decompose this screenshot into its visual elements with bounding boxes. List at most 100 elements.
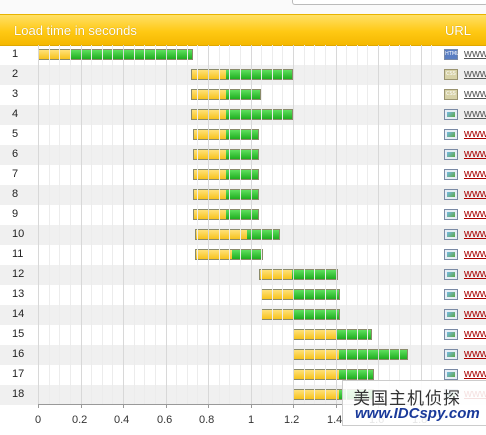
load-bar[interactable] [193, 209, 259, 220]
url-link[interactable]: www [464, 248, 486, 260]
table-row: 12 www [0, 265, 486, 285]
bar-wait-segment [194, 170, 226, 179]
table-row: 11 www [0, 245, 486, 265]
url-link[interactable]: www [464, 288, 486, 300]
bar-wait-segment [196, 230, 248, 239]
bar-receive-segment [291, 270, 337, 279]
url-link[interactable]: www [464, 208, 486, 220]
bar-wait-segment [194, 210, 226, 219]
url-link[interactable]: www [464, 228, 486, 240]
url-link[interactable]: www [464, 48, 486, 60]
tick-label: 1.2 [284, 414, 300, 426]
bar-receive-segment [294, 290, 339, 299]
row-number: 18 [12, 388, 25, 400]
bar-receive-segment [247, 230, 280, 239]
tick-mark [123, 404, 124, 408]
load-bar[interactable] [193, 129, 259, 140]
url-link[interactable]: www [464, 308, 486, 320]
load-bar[interactable] [259, 269, 338, 280]
img-file-icon [444, 289, 458, 300]
url-link[interactable]: www [464, 88, 486, 100]
img-file-icon [444, 149, 458, 160]
url-link[interactable]: www [464, 268, 486, 280]
bar-receive-segment [338, 370, 373, 379]
watermark: 美国主机侦探 www.IDCspy.com [342, 380, 486, 426]
url-link[interactable]: www [464, 328, 486, 340]
load-bar[interactable] [261, 289, 340, 300]
bar-receive-segment [232, 250, 263, 259]
load-bar[interactable] [293, 329, 372, 340]
bar-wait-segment [194, 130, 226, 139]
tick-label: 1 [248, 414, 255, 426]
row-number: 13 [12, 288, 25, 300]
row-number: 5 [12, 128, 19, 140]
table-row: 16 www [0, 345, 486, 365]
tick-mark [166, 404, 167, 408]
load-bar[interactable] [191, 89, 262, 100]
img-file-icon [444, 369, 458, 380]
table-row: 13 www [0, 285, 486, 305]
load-bar[interactable] [193, 149, 259, 160]
bar-wait-segment [194, 150, 226, 159]
css-file-icon [444, 69, 458, 80]
tick-mark [38, 404, 39, 408]
load-bar[interactable] [193, 169, 259, 180]
url-link[interactable]: www [464, 348, 486, 360]
row-number: 15 [12, 328, 25, 340]
url-link[interactable]: www [464, 148, 486, 160]
bar-receive-segment [70, 50, 193, 59]
img-file-icon [444, 129, 458, 140]
tick-mark [336, 404, 337, 408]
bar-receive-segment [336, 330, 371, 339]
table-row: 1 www [0, 45, 486, 65]
bar-wait-segment [294, 330, 337, 339]
img-file-icon [444, 249, 458, 260]
load-bar[interactable] [293, 369, 374, 380]
load-bar[interactable] [191, 109, 293, 120]
row-number: 14 [12, 308, 25, 320]
load-bar[interactable] [191, 69, 293, 80]
row-number: 17 [12, 368, 25, 380]
load-bar[interactable] [261, 309, 340, 320]
tick-label: 0.6 [157, 414, 173, 426]
tick-label: 0.2 [72, 414, 88, 426]
img-file-icon [444, 209, 458, 220]
bar-receive-segment [226, 210, 258, 219]
watermark-url: www.IDCspy.com [355, 405, 480, 422]
url-link[interactable]: www [464, 68, 486, 80]
bar-wait-segment [192, 90, 226, 99]
url-link[interactable]: www [464, 108, 486, 120]
table-row: 10 www [0, 225, 486, 245]
load-bar[interactable] [38, 49, 194, 60]
table-row: 6 www [0, 145, 486, 165]
row-number: 2 [12, 68, 19, 80]
load-bar[interactable] [195, 249, 264, 260]
table-row: 15 www [0, 325, 486, 345]
img-file-icon [444, 309, 458, 320]
bar-wait-segment [196, 250, 233, 259]
url-link[interactable]: www [464, 168, 486, 180]
img-file-icon [444, 169, 458, 180]
bar-wait-segment [192, 110, 226, 119]
load-bar[interactable] [293, 349, 408, 360]
table-header: Load time in seconds URL [0, 14, 486, 46]
url-link[interactable]: www [464, 368, 486, 380]
table-row: 14 www [0, 305, 486, 325]
tick-label: 0.4 [114, 414, 130, 426]
url-link[interactable]: www [464, 188, 486, 200]
table-row: 4 www [0, 105, 486, 125]
css-file-icon [444, 89, 458, 100]
bar-wait-segment [294, 370, 339, 379]
url-link[interactable]: www [464, 128, 486, 140]
load-bar[interactable] [193, 189, 259, 200]
img-file-icon [444, 189, 458, 200]
row-number: 3 [12, 88, 19, 100]
bar-receive-segment [226, 130, 258, 139]
tick-mark [208, 404, 209, 408]
bar-wait-segment [262, 310, 294, 319]
table-row: 8 www [0, 185, 486, 205]
img-file-icon [444, 109, 458, 120]
bar-wait-segment [260, 270, 292, 279]
load-bar[interactable] [195, 229, 281, 240]
top-input-field[interactable] [292, 0, 486, 5]
